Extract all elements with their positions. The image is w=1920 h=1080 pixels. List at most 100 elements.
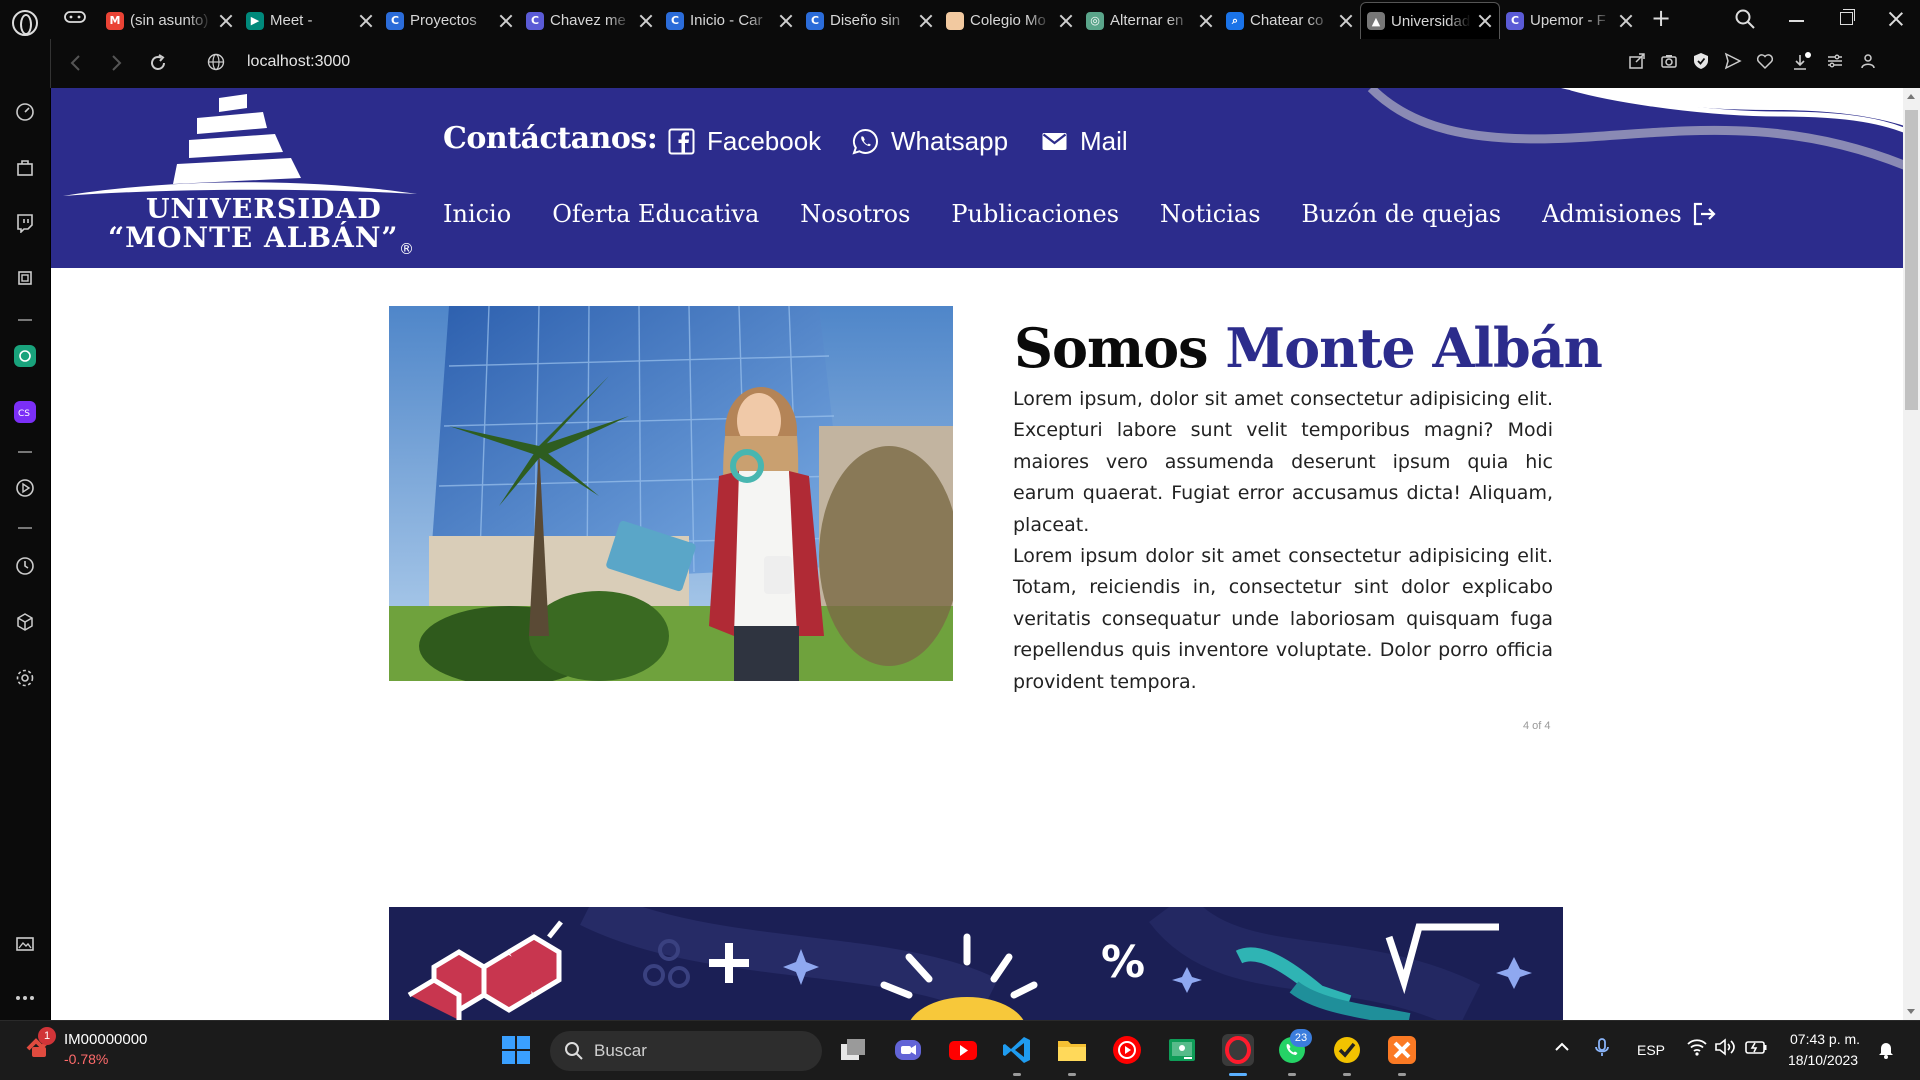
browser-tab[interactable]: Colegio Mo [940,2,1080,39]
tab-close-icon[interactable] [1477,13,1493,29]
page-scrollbar[interactable] [1903,88,1920,1020]
google-classroom-icon[interactable] [1166,1034,1198,1066]
browser-tab[interactable]: ▲ Universidad [1360,2,1500,39]
nav-nosotros[interactable]: Nosotros [800,200,910,228]
opera-browser-icon[interactable] [1222,1034,1254,1066]
tab-close-icon[interactable] [1198,13,1214,29]
search-placeholder: Buscar [594,1041,647,1060]
show-hidden-icons-chevron-icon[interactable] [1552,1037,1572,1057]
norton-icon[interactable] [1331,1034,1363,1066]
browser-tab[interactable]: C Upemor - F [1500,2,1640,39]
restore-button[interactable] [1826,6,1866,32]
adblock-shield-icon[interactable] [1692,52,1712,72]
nav-publicaciones[interactable]: Publicaciones [951,200,1119,228]
stock-widget-icon[interactable]: 1 [26,1027,58,1065]
new-tab-button[interactable]: + [1648,6,1674,32]
reload-icon[interactable] [147,52,169,74]
browser-tab[interactable]: C Inicio - Car [660,2,800,39]
wifi-icon[interactable] [1686,1037,1708,1057]
forward-icon[interactable] [105,52,127,74]
vscode-icon[interactable] [1001,1034,1033,1066]
facebook-link[interactable]: Facebook [668,126,821,157]
close-window-button[interactable] [1876,6,1916,32]
extensions-cube-icon[interactable] [14,611,36,633]
youtube-music-icon[interactable] [1111,1034,1143,1066]
browser-tab[interactable]: C Chavez me [520,2,660,39]
nav-noticias[interactable]: Noticias [1160,200,1261,228]
history-icon[interactable] [14,555,36,577]
player-icon[interactable] [14,477,36,499]
taskbar-search-box[interactable]: Buscar [550,1031,822,1071]
microphone-icon[interactable] [1592,1037,1612,1057]
chatsonic-icon[interactable]: CS [14,401,36,423]
scroll-up-arrow-icon[interactable] [1907,94,1915,99]
bookmark-heart-icon[interactable] [1756,52,1776,72]
volume-icon[interactable] [1714,1037,1736,1057]
tab-list: M (sin asunto) ▶ Meet - C Proyectos C Chavez m… [100,2,1640,39]
more-icon[interactable] [14,987,36,1009]
opera-menu-icon[interactable] [12,10,38,36]
mail-link[interactable]: Mail [1041,126,1128,157]
browser-tab[interactable]: M (sin asunto) [100,2,240,39]
chatgpt-icon[interactable] [14,345,36,367]
main-navigation: Inicio Oferta Educativa Nosotros Publica… [443,200,1723,228]
tab-title: Diseño sin [830,12,901,29]
tab-favicon-icon: C [386,11,404,30]
browser-tab[interactable]: ⌕ Chatear co [1220,2,1360,39]
scrollbar-thumb[interactable] [1905,110,1918,410]
tab-search-icon[interactable] [1734,8,1756,30]
tab-close-icon[interactable] [778,13,794,29]
battery-icon[interactable] [1744,1037,1768,1057]
tab-close-icon[interactable] [918,13,934,29]
notification-bell-icon[interactable] [1876,1039,1896,1059]
tab-close-icon[interactable] [638,13,654,29]
youtube-icon[interactable] [947,1034,979,1066]
game-controller-icon[interactable] [64,9,86,27]
tab-close-icon[interactable] [498,13,514,29]
tab-close-icon[interactable] [358,13,374,29]
clock-date[interactable]: 18/10/2023 [1788,1052,1858,1068]
nav-buzon-de-quejas[interactable]: Buzón de quejas [1302,200,1502,228]
site-info-globe-icon[interactable] [207,53,225,71]
bag-icon[interactable] [14,157,36,179]
facebook-label: Facebook [707,126,822,156]
windows-start-icon[interactable] [500,1034,532,1066]
easy-setup-icon[interactable] [1826,52,1846,72]
minimize-button[interactable] [1776,6,1816,32]
file-explorer-icon[interactable] [1056,1034,1088,1066]
share-icon[interactable] [1628,52,1648,72]
task-view-icon[interactable] [837,1034,869,1066]
nav-admisiones[interactable]: Admisiones [1542,200,1682,228]
xampp-icon[interactable] [1386,1034,1418,1066]
url-field[interactable]: localhost:3000 [247,53,350,71]
scroll-down-arrow-icon[interactable] [1907,1009,1915,1014]
browser-tab[interactable]: ◎ Alternar en [1080,2,1220,39]
gallery-icon[interactable] [14,933,36,955]
clock-time[interactable]: 07:43 p. m. [1790,1031,1860,1047]
keyboard-language[interactable]: ESP [1637,1042,1665,1058]
nav-inicio[interactable]: Inicio [443,200,511,228]
opera-sidebar: CS [0,39,50,1020]
tab-close-icon[interactable] [1618,13,1634,29]
teams-chat-icon[interactable] [892,1034,924,1066]
nav-oferta-educativa[interactable]: Oferta Educativa [552,200,759,228]
tab-close-icon[interactable] [218,13,234,29]
back-icon[interactable] [65,52,87,74]
settings-gear-icon[interactable] [14,667,36,689]
chip-icon[interactable] [14,267,36,289]
university-logo[interactable]: UNIVERSIDAD “MONTE ALBÁN” ® [61,94,421,264]
browser-tab[interactable]: C Diseño sin [800,2,940,39]
downloads-icon[interactable] [1791,52,1811,72]
tab-close-icon[interactable] [1058,13,1074,29]
whatsapp-link[interactable]: Whatsapp [852,126,1008,157]
profile-icon[interactable] [1859,52,1879,72]
twitch-icon[interactable] [14,212,36,234]
tab-close-icon[interactable] [1338,13,1354,29]
speed-dial-icon[interactable] [14,101,36,123]
browser-tab[interactable]: ▶ Meet - [240,2,380,39]
logout-icon[interactable] [1690,200,1718,228]
sidebar-separator [18,527,32,529]
send-icon[interactable] [1724,52,1744,72]
browser-tab[interactable]: C Proyectos [380,2,520,39]
snapshot-camera-icon[interactable] [1660,52,1680,72]
